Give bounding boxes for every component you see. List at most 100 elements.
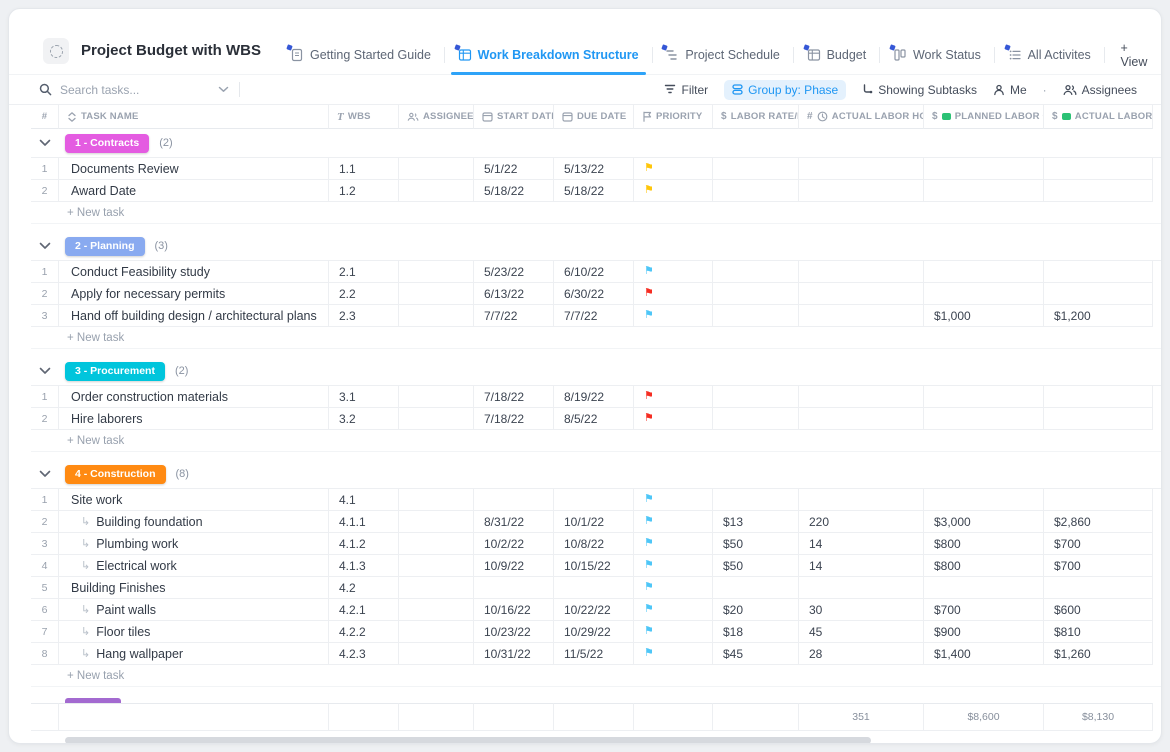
chevron-down-icon[interactable] [39, 139, 51, 147]
col-labor-rate[interactable]: $LABOR RATE/H... [713, 105, 799, 129]
cell-planned-labor-cost[interactable] [924, 180, 1044, 202]
cell-wbs[interactable]: 4.2.3 [329, 643, 399, 665]
cell-start-date[interactable] [474, 489, 554, 511]
cell-planned-labor-cost[interactable]: $3,000 [924, 511, 1044, 533]
cell-wbs[interactable]: 1.1 [329, 158, 399, 180]
cell-actual-labor-cost[interactable]: $1,260 [1044, 643, 1153, 665]
new-task-button[interactable]: + New task [31, 202, 1161, 224]
cell-start-date[interactable]: 5/1/22 [474, 158, 554, 180]
cell-actual-labor-hours[interactable] [799, 386, 924, 408]
cell-start-date[interactable]: 8/31/22 [474, 511, 554, 533]
cell-due-date[interactable]: 8/19/22 [554, 386, 634, 408]
cell-priority[interactable]: ⚑ [634, 408, 713, 430]
cell-start-date[interactable]: 10/31/22 [474, 643, 554, 665]
cell-labor-rate[interactable] [713, 261, 799, 283]
cell-priority[interactable]: ⚑ [634, 386, 713, 408]
cell-priority[interactable]: ⚑ [634, 577, 713, 599]
cell-wbs[interactable]: 2.1 [329, 261, 399, 283]
cell-actual-labor-cost[interactable]: $700 [1044, 555, 1153, 577]
cell-priority[interactable]: ⚑ [634, 261, 713, 283]
cell-actual-labor-cost[interactable] [1044, 386, 1153, 408]
cell-assignee[interactable] [399, 180, 474, 202]
cell-wbs[interactable]: 4.1.2 [329, 533, 399, 555]
cell-planned-labor-cost[interactable] [924, 261, 1044, 283]
cell-start-date[interactable] [474, 577, 554, 599]
cell-actual-labor-hours[interactable] [799, 577, 924, 599]
cell-task-name[interactable]: ↳Building foundation [59, 511, 329, 533]
cell-task-name[interactable]: ↳Paint walls [59, 599, 329, 621]
col-due-date[interactable]: DUE DATE [554, 105, 634, 129]
cell-wbs[interactable]: 2.3 [329, 305, 399, 327]
cell-wbs[interactable]: 3.2 [329, 408, 399, 430]
cell-assignee[interactable] [399, 643, 474, 665]
tab-budget[interactable]: Budget [794, 35, 880, 74]
cell-due-date[interactable]: 5/13/22 [554, 158, 634, 180]
cell-labor-rate[interactable] [713, 158, 799, 180]
cell-task-name[interactable]: Order construction materials [59, 386, 329, 408]
group-by-button[interactable]: Group by: Phase [724, 80, 846, 100]
cell-due-date[interactable]: 10/22/22 [554, 599, 634, 621]
search-tasks[interactable]: Search tasks... [39, 83, 229, 97]
cell-priority[interactable]: ⚑ [634, 180, 713, 202]
cell-planned-labor-cost[interactable]: $700 [924, 599, 1044, 621]
cell-actual-labor-hours[interactable] [799, 261, 924, 283]
table-row[interactable]: 7↳Floor tiles4.2.210/23/2210/29/22⚑$1845… [31, 621, 1153, 643]
filter-button[interactable]: Filter [664, 83, 708, 97]
tab-project-schedule[interactable]: Project Schedule [652, 35, 793, 74]
cell-start-date[interactable]: 7/18/22 [474, 408, 554, 430]
cell-actual-labor-cost[interactable] [1044, 158, 1153, 180]
tab-work-breakdown-structure[interactable]: Work Breakdown Structure [445, 35, 652, 74]
cell-labor-rate[interactable]: $50 [713, 555, 799, 577]
cell-priority[interactable]: ⚑ [634, 621, 713, 643]
table-row[interactable]: 1Order construction materials3.17/18/228… [31, 386, 1153, 408]
cell-wbs[interactable]: 4.1 [329, 489, 399, 511]
cell-start-date[interactable]: 7/18/22 [474, 386, 554, 408]
cell-labor-rate[interactable] [713, 386, 799, 408]
cell-task-name[interactable]: ↳Hang wallpaper [59, 643, 329, 665]
cell-assignee[interactable] [399, 621, 474, 643]
tab-all-activites[interactable]: All Activites [995, 35, 1104, 74]
cell-actual-labor-cost[interactable] [1044, 577, 1153, 599]
cell-task-name[interactable]: ↳Floor tiles [59, 621, 329, 643]
cell-actual-labor-cost[interactable]: $810 [1044, 621, 1153, 643]
cell-priority[interactable]: ⚑ [634, 555, 713, 577]
cell-actual-labor-hours[interactable] [799, 283, 924, 305]
cell-priority[interactable]: ⚑ [634, 511, 713, 533]
cell-assignee[interactable] [399, 489, 474, 511]
horizontal-scrollbar[interactable] [65, 737, 871, 744]
cell-labor-rate[interactable] [713, 283, 799, 305]
cell-due-date[interactable]: 10/29/22 [554, 621, 634, 643]
cell-actual-labor-hours[interactable] [799, 305, 924, 327]
cell-planned-labor-cost[interactable] [924, 386, 1044, 408]
cell-planned-labor-cost[interactable]: $1,000 [924, 305, 1044, 327]
new-task-button[interactable]: + New task [31, 430, 1161, 452]
table-row[interactable]: 2Award Date1.25/18/225/18/22⚑ [31, 180, 1153, 202]
cell-labor-rate[interactable]: $50 [713, 533, 799, 555]
cell-start-date[interactable]: 6/13/22 [474, 283, 554, 305]
cell-wbs[interactable]: 4.1.1 [329, 511, 399, 533]
cell-labor-rate[interactable]: $20 [713, 599, 799, 621]
cell-planned-labor-cost[interactable] [924, 489, 1044, 511]
cell-actual-labor-hours[interactable] [799, 408, 924, 430]
cell-task-name[interactable]: Hire laborers [59, 408, 329, 430]
cell-assignee[interactable] [399, 386, 474, 408]
cell-actual-labor-cost[interactable]: $1,200 [1044, 305, 1153, 327]
col-priority[interactable]: PRIORITY [634, 105, 713, 129]
cell-assignee[interactable] [399, 158, 474, 180]
cell-labor-rate[interactable] [713, 408, 799, 430]
subtasks-toggle[interactable]: Showing Subtasks [862, 83, 977, 97]
add-view-button[interactable]: + View [1105, 35, 1162, 74]
chevron-down-icon[interactable] [218, 86, 229, 93]
list-avatar[interactable] [43, 38, 69, 64]
group-phase-badge[interactable]: 1 - Contracts [65, 134, 149, 153]
cell-assignee[interactable] [399, 283, 474, 305]
cell-task-name[interactable]: Documents Review [59, 158, 329, 180]
cell-assignee[interactable] [399, 555, 474, 577]
cell-task-name[interactable]: Apply for necessary permits [59, 283, 329, 305]
cell-start-date[interactable]: 5/18/22 [474, 180, 554, 202]
col-assignee[interactable]: ASSIGNEE [399, 105, 474, 129]
cell-planned-labor-cost[interactable] [924, 577, 1044, 599]
table-row[interactable]: 2Apply for necessary permits2.26/13/226/… [31, 283, 1153, 305]
cell-due-date[interactable] [554, 577, 634, 599]
cell-priority[interactable]: ⚑ [634, 305, 713, 327]
